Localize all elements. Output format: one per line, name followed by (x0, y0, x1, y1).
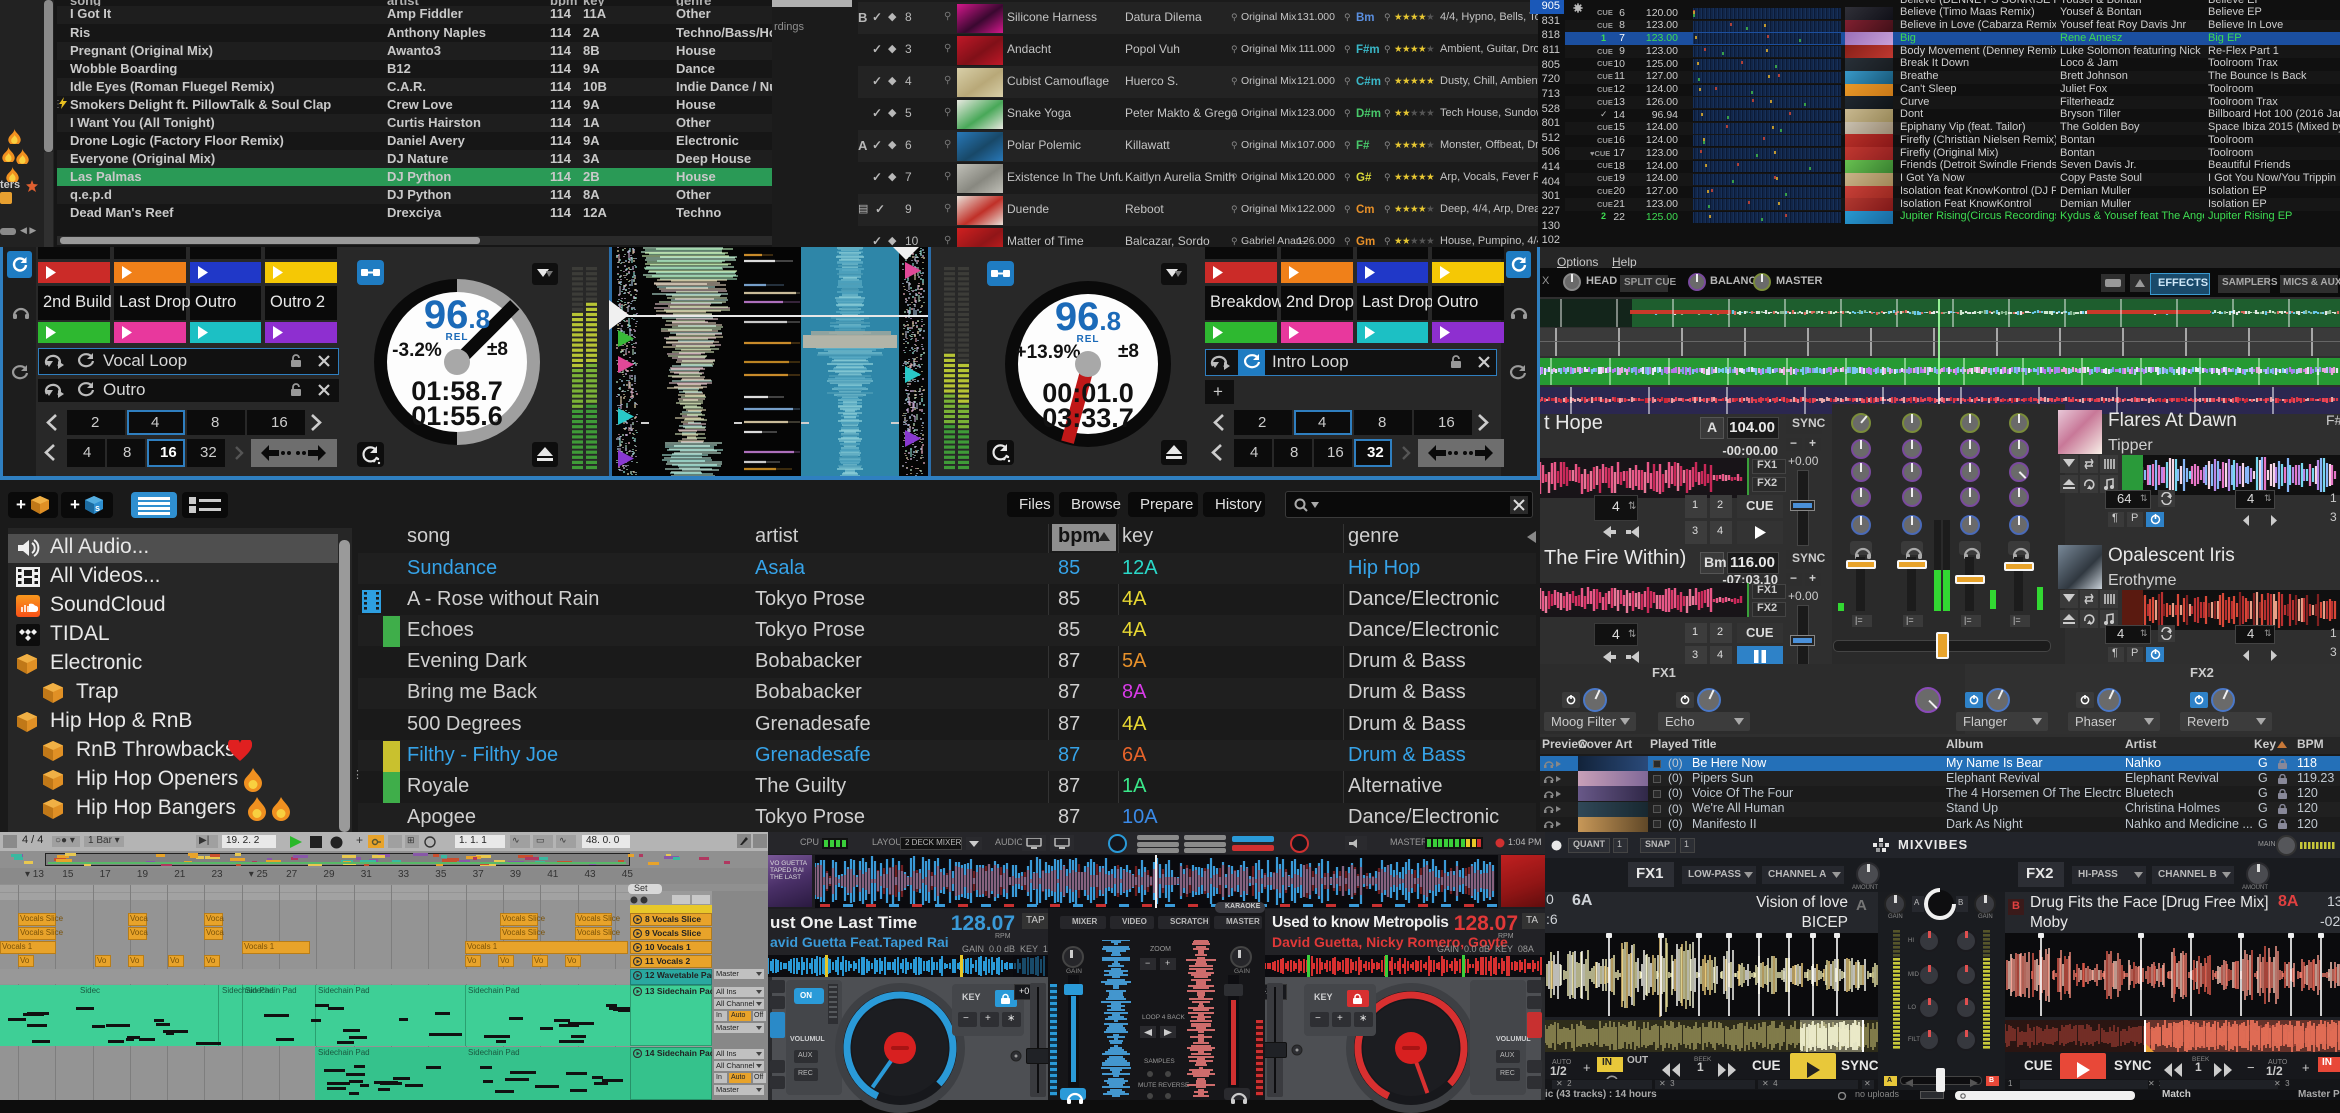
svg-text:s: s (95, 503, 100, 513)
